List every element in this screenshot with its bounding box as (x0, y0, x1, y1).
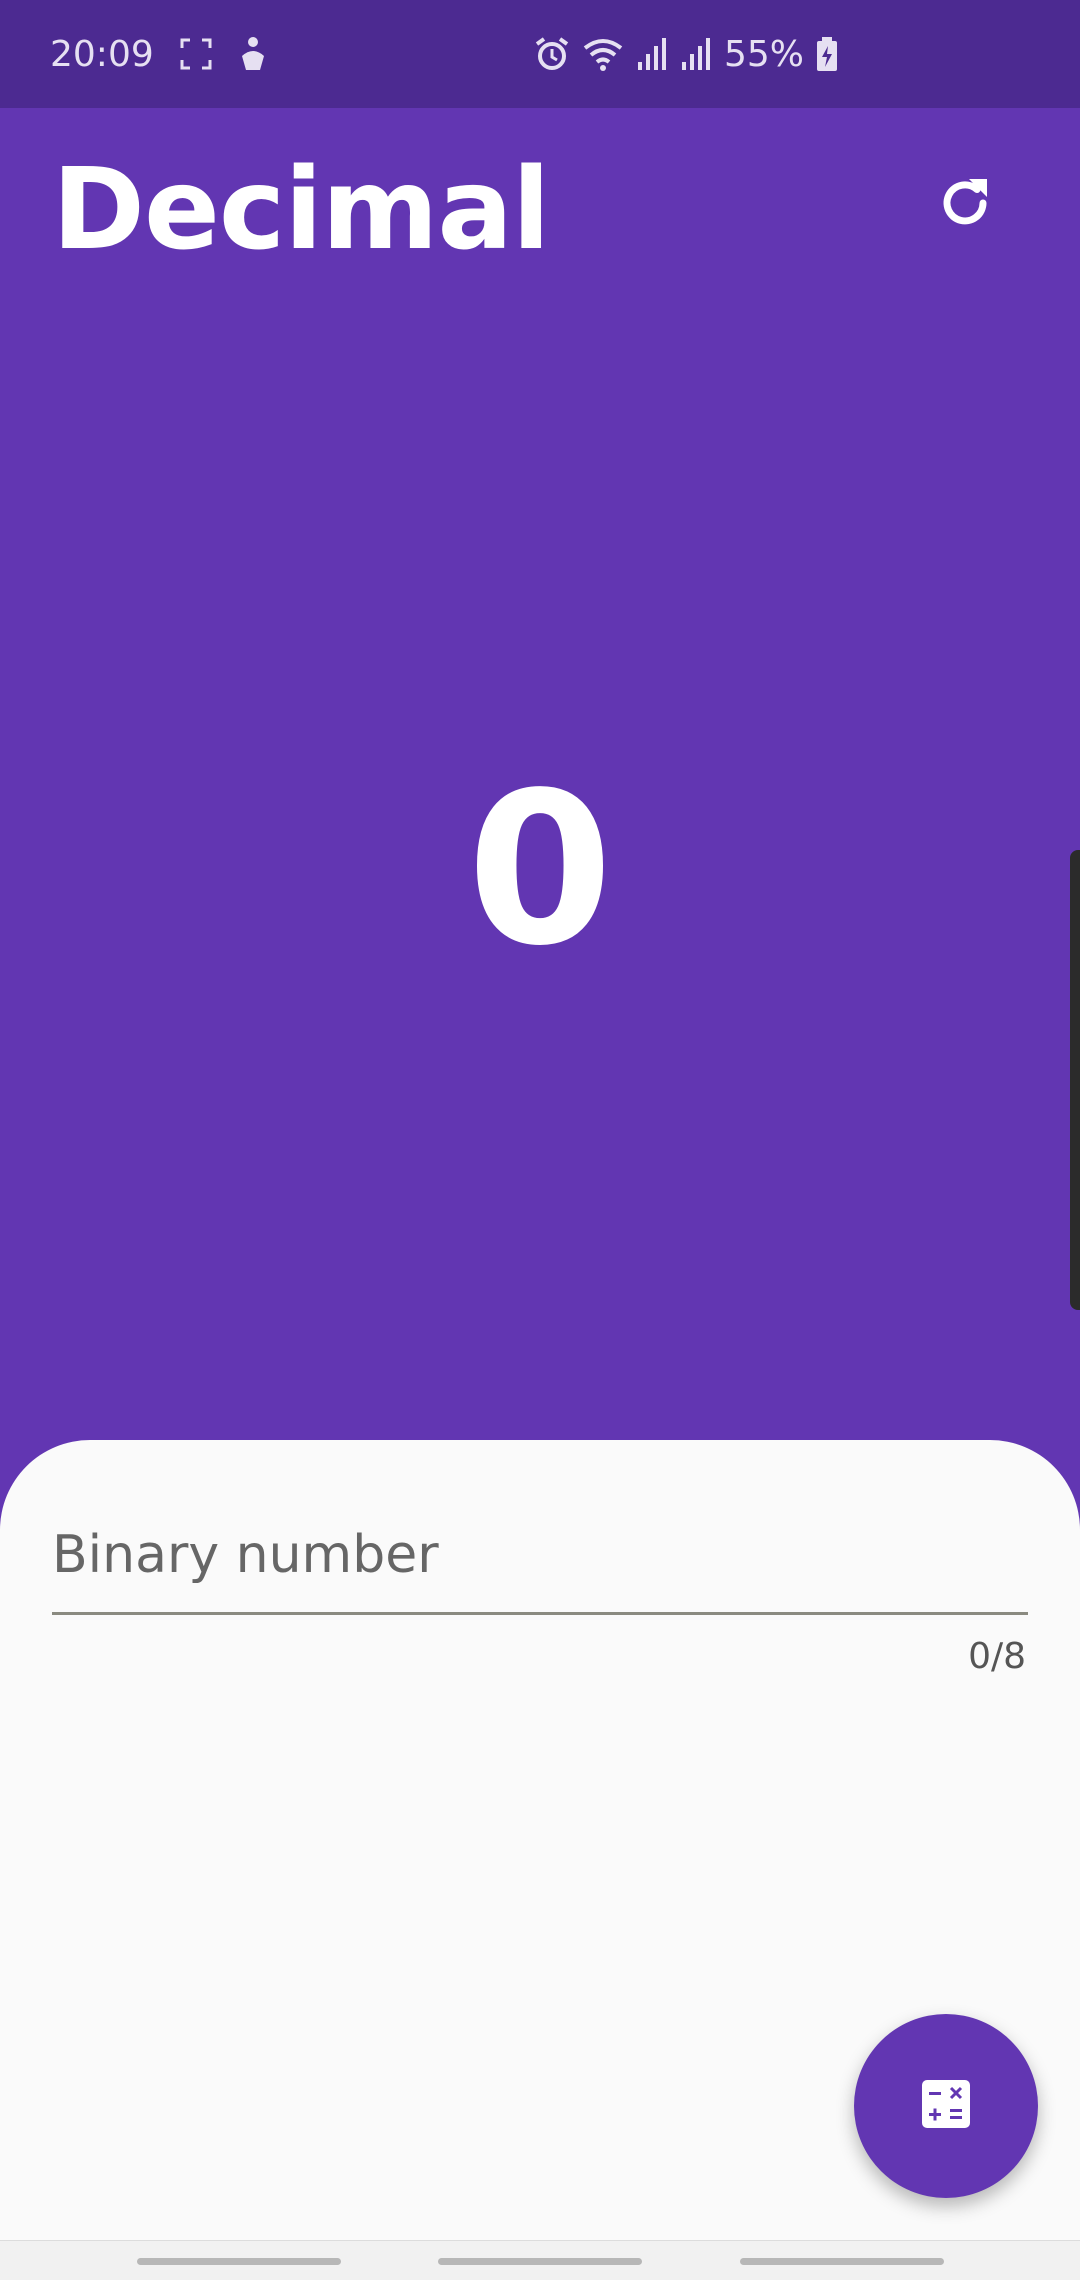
binary-input-wrapper (52, 1500, 1028, 1620)
alarm-icon (534, 34, 570, 74)
calculate-button[interactable] (854, 2014, 1038, 2198)
accessibility-icon (238, 34, 268, 74)
navigation-bar (0, 2240, 1080, 2280)
screenshot-icon (178, 34, 214, 74)
status-time: 20:09 (50, 33, 154, 75)
battery-percent: 55% (724, 33, 805, 75)
wifi-icon (582, 34, 624, 74)
status-bar-left: 20:09 (50, 34, 268, 75)
nav-back-button[interactable] (740, 2258, 944, 2265)
battery-charging-icon (816, 34, 838, 74)
binary-number-input[interactable] (52, 1500, 1028, 1610)
page-title: Decimal (52, 145, 550, 275)
input-underline (52, 1612, 1028, 1615)
character-counter: 0/8 (968, 1636, 1026, 1677)
status-bar: 20:09 55% (0, 0, 1080, 108)
edge-panel-handle[interactable] (1070, 850, 1080, 1310)
decimal-result: 0 (466, 747, 614, 992)
calculator-icon (920, 2078, 972, 2134)
signal-icon (636, 34, 668, 74)
refresh-icon (933, 171, 997, 239)
status-bar-right: 55% (534, 0, 838, 108)
signal-icon (680, 34, 712, 74)
nav-home-button[interactable] (438, 2258, 642, 2265)
refresh-button[interactable] (920, 160, 1010, 250)
nav-recents-button[interactable] (137, 2258, 341, 2265)
